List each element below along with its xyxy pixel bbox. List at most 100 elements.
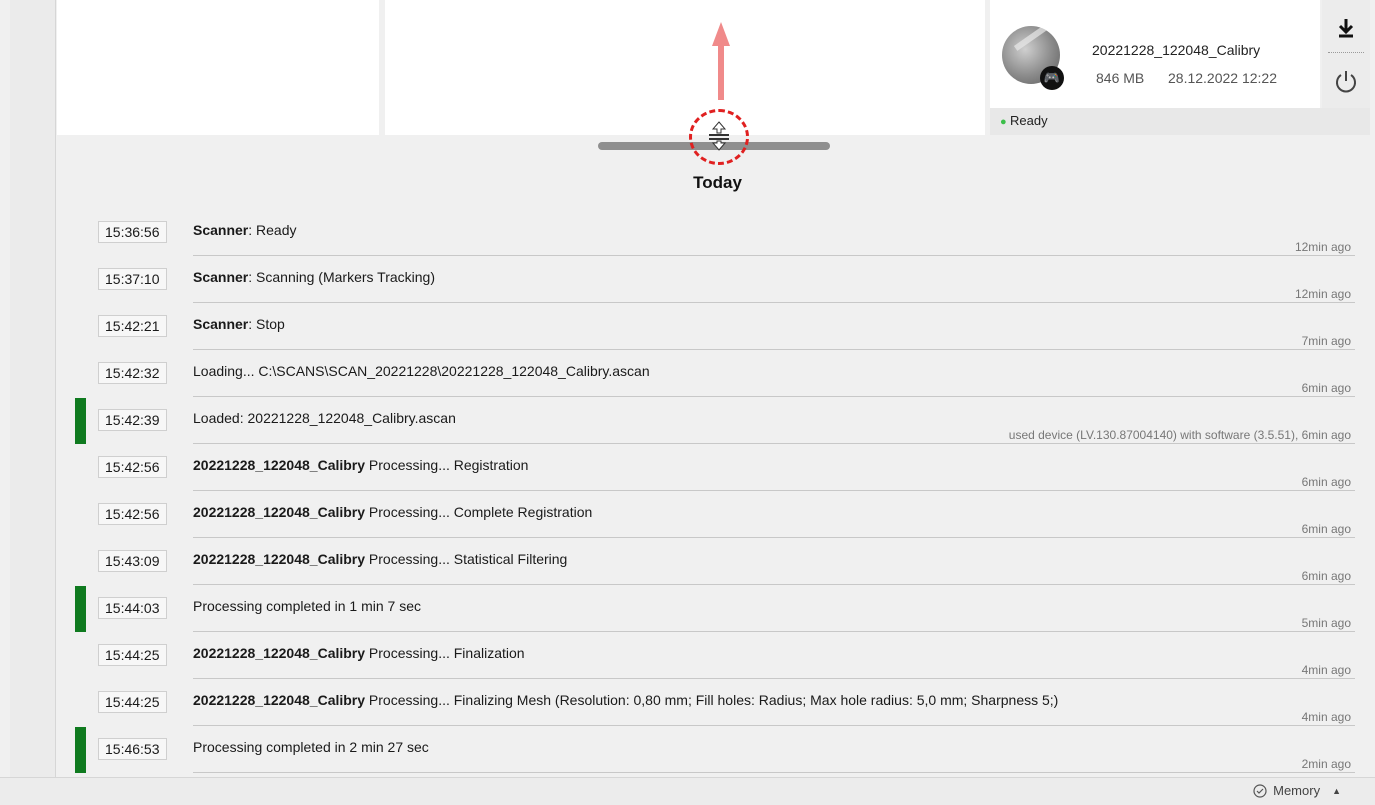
download-button[interactable] — [1322, 8, 1370, 48]
log-entry: 15:42:56 20221228_122048_Calibry Processi… — [60, 445, 1355, 492]
log-entry: 15:42:56 20221228_122048_Calibry Processi… — [60, 492, 1355, 539]
log-subject: 20221228_122048_Calibry — [193, 504, 366, 520]
log-text: Processing... Registration — [365, 457, 529, 473]
log-subject: Scanner — [193, 316, 249, 332]
log-timestamp: 15:43:09 — [98, 550, 167, 572]
log-message: 20221228_122048_Calibry Processing... Fi… — [193, 692, 1058, 708]
log-timestamp: 15:37:10 — [98, 268, 167, 290]
log-entry: 15:42:21 Scanner: Stop 7min ago — [60, 304, 1355, 351]
log-timestamp: 15:42:56 — [98, 456, 167, 478]
log-entry: 15:43:09 20221228_122048_Calibry Processi… — [60, 539, 1355, 586]
log-subject: 20221228_122048_Calibry — [193, 692, 366, 708]
viewport-panel-center — [385, 0, 985, 135]
device-status-bar: ● Ready — [990, 108, 1370, 135]
log-entry: 15:42:39 Loaded: 20221228_122048_Calibry.… — [60, 398, 1355, 445]
log-subject: Scanner — [193, 269, 249, 285]
log-text: : Stop — [248, 316, 285, 332]
status-footer: Memory ▲ — [0, 777, 1375, 805]
event-log-list: 15:36:56 Scanner: Ready 12min ago 15:37:10 S… — [60, 210, 1355, 774]
download-icon — [1338, 19, 1354, 38]
log-subject: 20221228_122048_Calibry — [193, 457, 366, 473]
log-message: Scanner: Scanning (Markers Tracking) — [193, 269, 435, 285]
status-dot: ● — [1000, 116, 1007, 128]
log-divider — [193, 443, 1355, 444]
memory-label: Memory — [1273, 783, 1321, 798]
toolbar-separator — [1328, 52, 1364, 53]
log-relative-time: 12min ago — [1294, 287, 1351, 301]
log-divider — [193, 725, 1355, 726]
log-relative-time: 4min ago — [1301, 663, 1351, 677]
log-timestamp: 15:42:39 — [98, 409, 167, 431]
success-marker — [75, 727, 86, 773]
log-date-heading: Today — [693, 173, 742, 192]
log-message: Scanner: Ready — [193, 222, 297, 238]
log-message: 20221228_122048_Calibry Processing... Co… — [193, 504, 592, 520]
log-message: Processing completed in 2 min 27 sec — [193, 739, 429, 755]
log-relative-time: 2min ago — [1301, 757, 1351, 771]
log-entry: 15:44:25 20221228_122048_Calibry Processi… — [60, 633, 1355, 680]
log-relative-time: 6min ago — [1301, 522, 1351, 536]
log-entry: 15:37:10 Scanner: Scanning (Markers Track… — [60, 257, 1355, 304]
log-timestamp: 15:46:53 — [98, 738, 167, 760]
log-relative-time: 6min ago — [1301, 381, 1351, 395]
log-message: Scanner: Stop — [193, 316, 285, 332]
log-divider — [193, 255, 1355, 256]
log-entry: 15:44:03 Processing completed in 1 min 7 … — [60, 586, 1355, 633]
log-divider — [193, 349, 1355, 350]
gamepad-icon: 🎮 — [1040, 66, 1064, 90]
log-timestamp: 15:42:56 — [98, 503, 167, 525]
log-divider — [193, 302, 1355, 303]
log-message: Loaded: 20221228_122048_Calibry.ascan — [193, 410, 456, 426]
log-relative-time: 7min ago — [1301, 334, 1351, 348]
log-relative-time: 6min ago — [1301, 475, 1351, 489]
log-entry: 15:44:25 20221228_122048_Calibry Processi… — [60, 680, 1355, 727]
log-divider — [193, 396, 1355, 397]
log-text: Processing... Statistical Filtering — [365, 551, 568, 567]
log-divider — [193, 772, 1355, 773]
log-message: 20221228_122048_Calibry Processing... Re… — [193, 457, 528, 473]
log-timestamp: 15:36:56 — [98, 221, 167, 243]
log-timestamp: 15:42:32 — [98, 362, 167, 384]
log-text: Loading... C:\SCANS\SCAN_20221228\202212… — [193, 363, 650, 379]
device-card[interactable]: 🎮 20221228_122048_Calibry 846 MB 28.12.2… — [990, 0, 1320, 108]
log-text: Processing... Finalization — [365, 645, 525, 661]
log-divider — [193, 537, 1355, 538]
log-timestamp: 15:44:03 — [98, 597, 167, 619]
success-marker — [75, 586, 86, 632]
log-entry: 15:46:53 Processing completed in 2 min 27… — [60, 727, 1355, 774]
log-text: : Scanning (Markers Tracking) — [248, 269, 435, 285]
device-size: 846 MB — [1096, 70, 1145, 86]
log-timestamp: 15:42:21 — [98, 315, 167, 337]
log-text: Processing... Finalizing Mesh (Resolutio… — [365, 692, 1059, 708]
log-divider — [193, 631, 1355, 632]
log-subject: Scanner — [193, 222, 249, 238]
log-relative-time: 4min ago — [1301, 710, 1351, 724]
log-divider — [193, 584, 1355, 585]
log-text: Processing... Complete Registration — [365, 504, 593, 520]
power-icon — [1336, 71, 1356, 93]
viewport-panel-left — [57, 0, 379, 135]
power-button[interactable] — [1322, 60, 1370, 104]
device-name: 20221228_122048_Calibry — [1092, 42, 1261, 58]
check-circle-icon — [1253, 783, 1267, 798]
log-message: Processing completed in 1 min 7 sec — [193, 598, 421, 614]
log-text: Processing completed in 2 min 27 sec — [193, 739, 429, 755]
log-relative-time: used device (LV.130.87004140) with softw… — [1008, 428, 1351, 442]
device-status: Ready — [1010, 113, 1048, 128]
log-text: Processing completed in 1 min 7 sec — [193, 598, 421, 614]
success-marker — [75, 398, 86, 444]
log-text: : Ready — [248, 222, 297, 238]
log-relative-time: 6min ago — [1301, 569, 1351, 583]
chevron-up-icon: ▲ — [1332, 785, 1341, 796]
log-text: Loaded: 20221228_122048_Calibry.ascan — [193, 410, 456, 426]
left-sidebar-strip — [10, 0, 56, 777]
resize-cursor-icon — [709, 121, 729, 151]
log-message: 20221228_122048_Calibry Processing... Fi… — [193, 645, 525, 661]
log-message: 20221228_122048_Calibry Processing... St… — [193, 551, 567, 567]
log-divider — [193, 490, 1355, 491]
device-date: 28.12.2022 12:22 — [1168, 70, 1277, 86]
log-divider — [193, 678, 1355, 679]
log-subject: 20221228_122048_Calibry — [193, 645, 366, 661]
side-toolbar — [1322, 0, 1370, 108]
memory-toggle[interactable]: Memory ▲ — [1253, 783, 1341, 798]
